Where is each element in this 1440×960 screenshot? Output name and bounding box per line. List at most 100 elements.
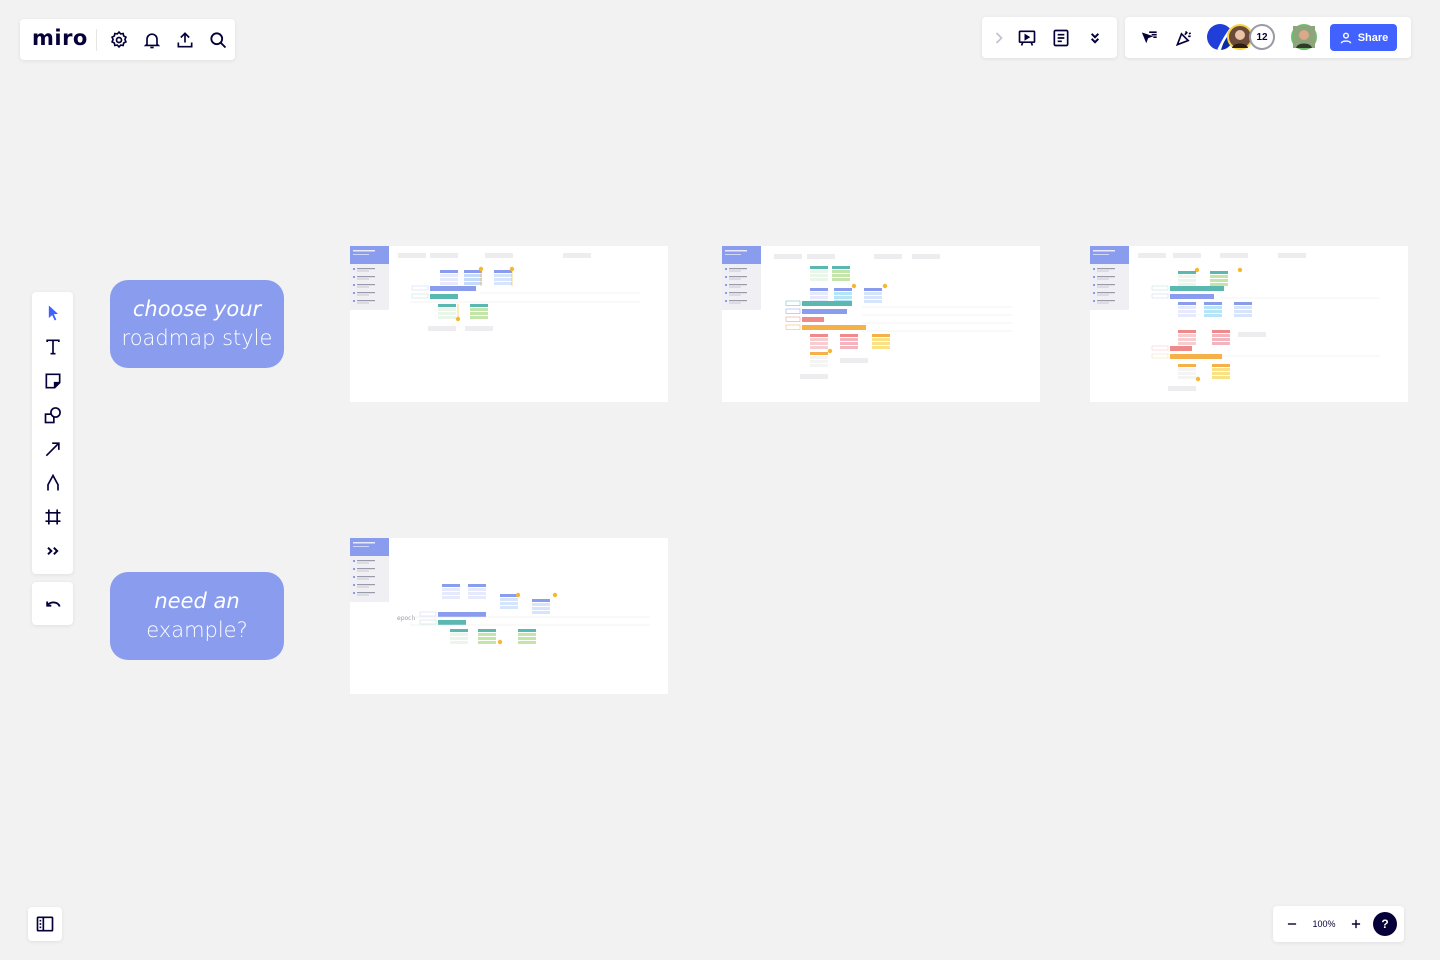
- zoom-in-button[interactable]: [1345, 907, 1367, 941]
- thumb-shape: [1210, 271, 1228, 274]
- thumb-shape: [1212, 372, 1230, 375]
- thumb-shape: [468, 596, 486, 599]
- search-button[interactable]: [202, 23, 235, 57]
- thumb-shape: [1093, 250, 1115, 252]
- board-panel-toggle[interactable]: [28, 907, 62, 941]
- roadmap-example-frame[interactable]: epoch: [350, 538, 668, 694]
- undo-button[interactable]: [36, 587, 70, 621]
- thumb-shape: [357, 578, 369, 580]
- thumb-milestone: [827, 348, 833, 354]
- thumb-shape: [465, 326, 493, 331]
- thumb-shape: [832, 278, 850, 281]
- thumb-shape: [729, 286, 741, 288]
- celebrate-button[interactable]: [1167, 21, 1201, 55]
- settings-button[interactable]: [103, 23, 136, 57]
- thumb-shape: [532, 599, 550, 602]
- notifications-button[interactable]: [136, 23, 169, 57]
- tool-sticky-note[interactable]: [32, 364, 73, 398]
- notes-button[interactable]: [1044, 21, 1078, 55]
- sharing-toolbar: 12 Share: [1125, 17, 1411, 58]
- thumb-shape: [874, 254, 902, 259]
- tool-pen[interactable]: [32, 466, 73, 500]
- thumb-shape: [438, 620, 466, 625]
- thumb-shape: [430, 286, 476, 291]
- presentation-icon: [1018, 30, 1036, 46]
- thumb-shape: [442, 588, 460, 591]
- current-user-avatar[interactable]: [1291, 24, 1317, 50]
- thumb-shape: [802, 301, 852, 306]
- thumb-shape: [464, 274, 482, 277]
- thumb-shape: [729, 278, 741, 280]
- thumb-shape: [810, 274, 828, 277]
- tool-text[interactable]: [32, 330, 73, 364]
- export-button[interactable]: [169, 23, 202, 57]
- thumb-shape: [1210, 279, 1228, 282]
- thumb-shape: [478, 633, 496, 636]
- thumb-shape: [729, 268, 747, 270]
- thumb-shape: [411, 285, 429, 291]
- thumb-shape: [1093, 276, 1095, 278]
- bubble-line-1: need an: [154, 589, 240, 613]
- thumb-shape: [872, 338, 890, 341]
- thumb-shape: [1097, 284, 1115, 286]
- thumb-shape: [729, 294, 741, 296]
- epoch-label: epoch: [397, 615, 415, 622]
- thumb-shape: [1234, 306, 1252, 309]
- help-button[interactable]: ?: [1373, 912, 1397, 936]
- thumb-shape: [464, 282, 482, 285]
- thumb-shape: [353, 300, 355, 302]
- choose-roadmap-style-shape[interactable]: choose your roadmap style: [110, 280, 284, 368]
- tool-shapes[interactable]: [32, 398, 73, 432]
- thumb-shape: [500, 606, 518, 609]
- thumb-shape: [810, 364, 828, 367]
- thumb-shape: [729, 302, 741, 304]
- thumb-shape: [864, 300, 882, 303]
- shapes-icon: [44, 407, 61, 424]
- thumb-shape: [1097, 292, 1115, 294]
- collaboration-toolbar: [982, 17, 1117, 58]
- thumb-shape: [1178, 283, 1196, 286]
- thumb-milestone: [882, 283, 888, 289]
- thumb-shape: [1097, 276, 1115, 278]
- miro-logo[interactable]: miro: [32, 27, 88, 49]
- thumb-shape: [729, 292, 747, 294]
- roadmap-template-frame-1[interactable]: [350, 246, 668, 402]
- thumb-shape: [1178, 271, 1196, 274]
- need-example-shape[interactable]: need an example?: [110, 572, 284, 660]
- tool-select[interactable]: [32, 296, 73, 330]
- roadmap-template-frame-2[interactable]: [722, 246, 1040, 402]
- expand-button[interactable]: [988, 21, 1010, 55]
- thumb-shape: [810, 270, 828, 273]
- collaborator-count-badge[interactable]: 12: [1249, 24, 1275, 50]
- sidebar-panel-icon: [36, 916, 54, 932]
- thumb-shape: [834, 296, 852, 299]
- thumb-shape: [532, 611, 550, 614]
- thumb-shape: [1220, 253, 1248, 258]
- reactions-button[interactable]: [1133, 21, 1167, 55]
- thumb-shape: [1170, 286, 1224, 291]
- thumb-shape: [729, 276, 747, 278]
- thumb-shape: [442, 596, 460, 599]
- thumb-shape: [438, 304, 456, 307]
- thumb-shape: [430, 294, 458, 299]
- tool-arrow[interactable]: [32, 432, 73, 466]
- more-tools-button[interactable]: [1078, 21, 1112, 55]
- text-icon: [45, 339, 60, 355]
- thumb-shape: [450, 637, 468, 640]
- zoom-level[interactable]: 100%: [1303, 919, 1345, 929]
- thumb-shape: [1178, 342, 1196, 345]
- thumb-shape: [1178, 306, 1196, 309]
- tool-frame[interactable]: [32, 500, 73, 534]
- celebrate-icon: [1175, 30, 1192, 46]
- zoom-out-button[interactable]: [1281, 907, 1303, 941]
- thumb-shape: [353, 592, 355, 594]
- roadmap-template-frame-3[interactable]: [1090, 246, 1408, 402]
- thumb-shape: [357, 278, 369, 280]
- tool-more[interactable]: [32, 534, 73, 568]
- thumb-shape: [353, 284, 355, 286]
- presentation-button[interactable]: [1010, 21, 1044, 55]
- cursor-icon: [48, 305, 58, 321]
- share-button[interactable]: Share: [1330, 24, 1397, 51]
- thumb-shape: [419, 619, 437, 625]
- thumb-shape: [832, 266, 850, 269]
